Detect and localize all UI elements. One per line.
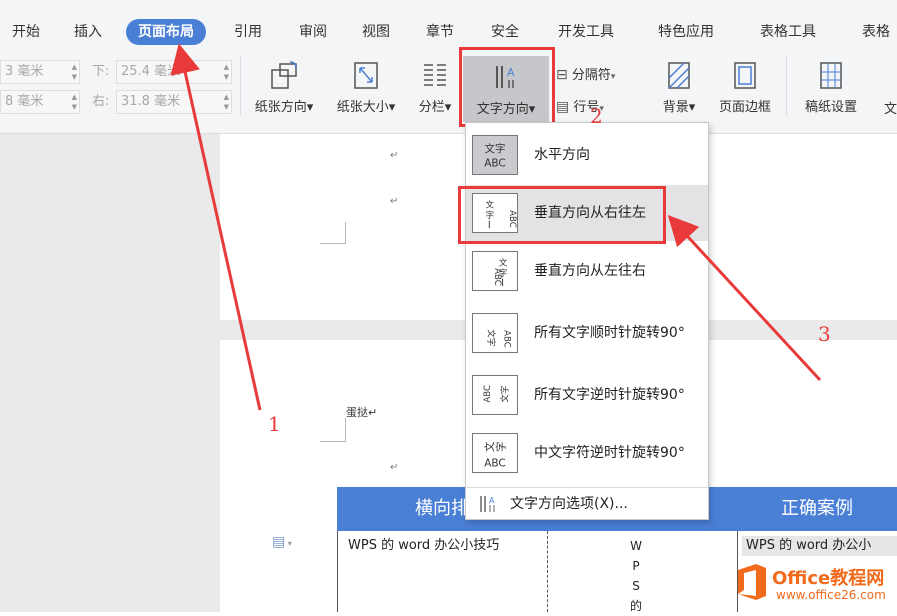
annotation-arrows xyxy=(170,43,822,411)
annotation-number-3: 3 xyxy=(818,322,831,346)
arrow-to-page-layout xyxy=(170,43,262,411)
annotation-number-2: 2 xyxy=(590,104,603,128)
watermark-title: Office教程网 xyxy=(772,568,885,589)
office-logo-icon xyxy=(738,564,766,600)
annotation-number-1: 1 xyxy=(268,412,281,436)
arrow-to-vertical-rtl xyxy=(667,214,822,382)
watermark-url: www.office26.com xyxy=(776,588,886,602)
office26-watermark: Office教程网 www.office26.com xyxy=(730,556,897,612)
